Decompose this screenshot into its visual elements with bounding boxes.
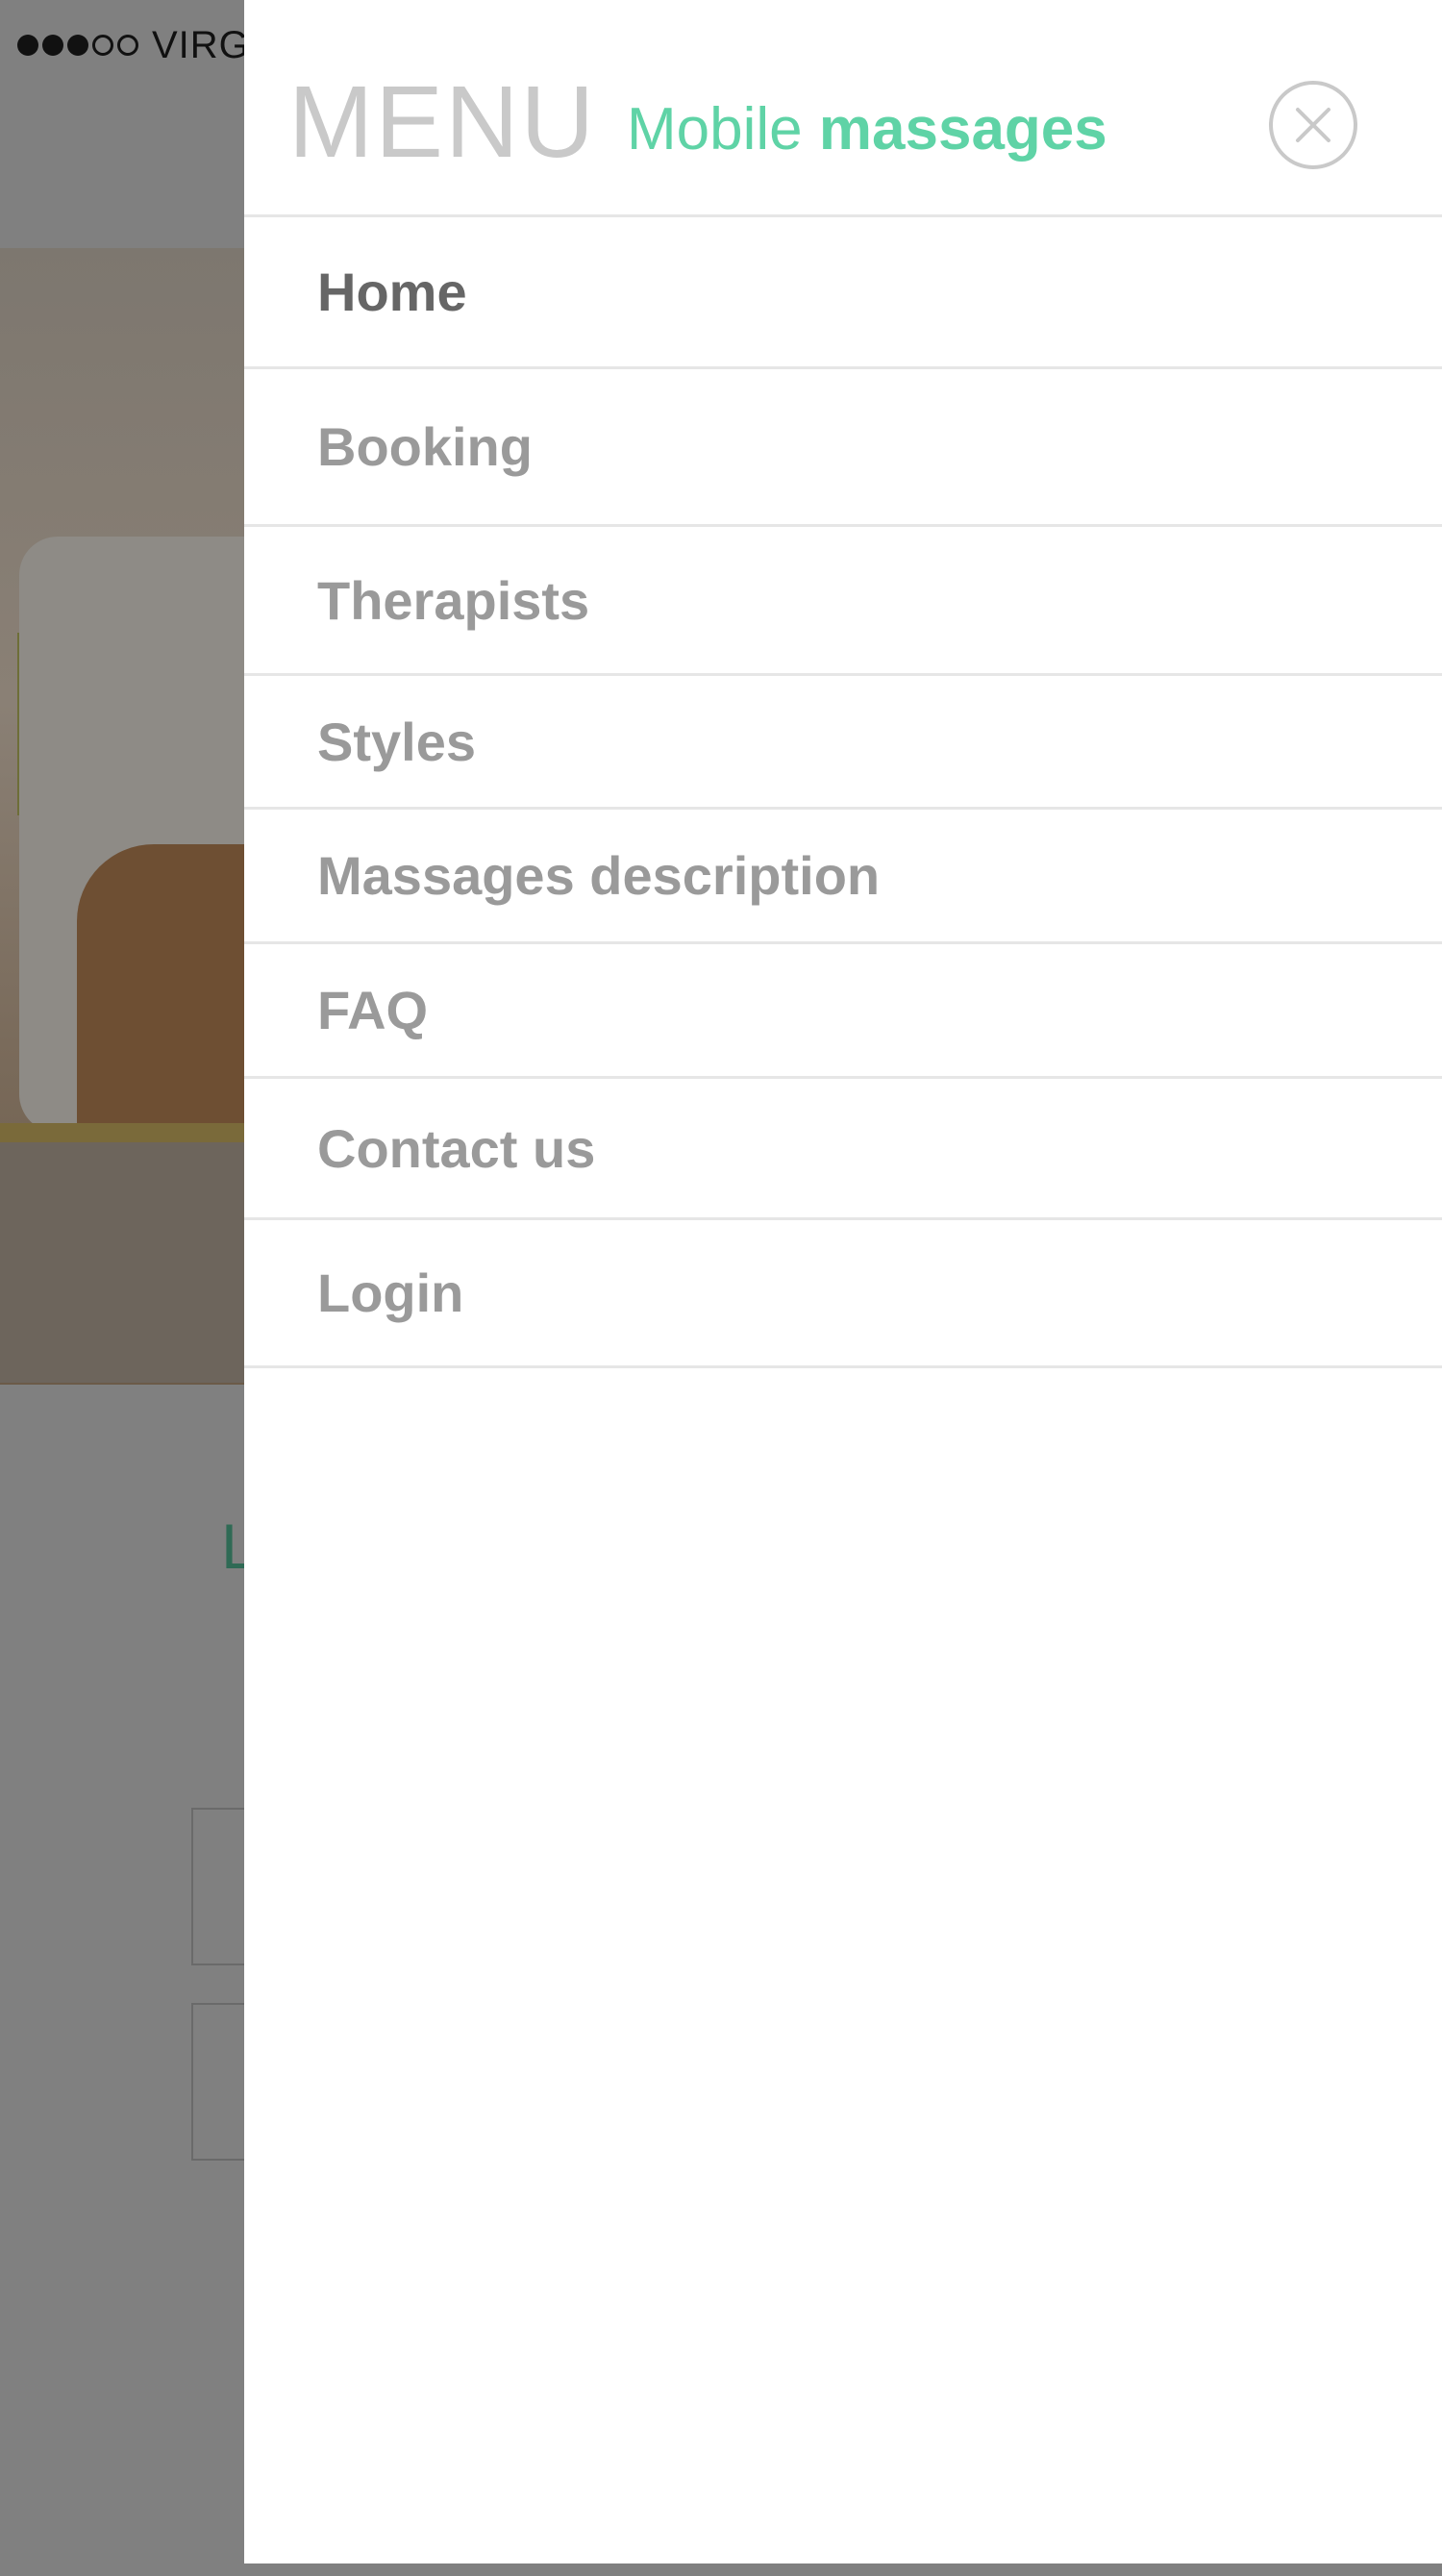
menu-item-massages-description[interactable]: Massages description [244, 810, 1442, 944]
carrier-name: VIRG [152, 23, 250, 66]
menu-item-styles[interactable]: Styles [244, 676, 1442, 810]
menu-item-label: Therapists [317, 569, 590, 631]
hero-image [0, 248, 250, 1385]
menu-item-contact-us[interactable]: Contact us [244, 1079, 1442, 1220]
menu-item-label: Login [317, 1263, 464, 1323]
signal-strength-icon [17, 35, 138, 56]
menu-item-login[interactable]: Login [244, 1220, 1442, 1368]
brand-text-light: Mobile [627, 96, 803, 163]
menu-item-home[interactable]: Home [244, 217, 1442, 369]
menu-item-label: Massages description [317, 845, 881, 906]
menu-item-faq[interactable]: FAQ [244, 944, 1442, 1079]
menu-item-therapists[interactable]: Therapists [244, 527, 1442, 676]
menu-item-label: Contact us [317, 1117, 596, 1179]
menu-item-label: Booking [317, 416, 533, 477]
menu-item-booking[interactable]: Booking [244, 369, 1442, 527]
brand-text-bold: massages [818, 96, 1107, 163]
menu-title: MENU [288, 65, 597, 179]
drawer-header: MENU Mobile massages [244, 0, 1442, 217]
menu-item-label: Styles [317, 711, 476, 772]
close-menu-button[interactable] [1269, 81, 1357, 169]
brand-logo: Mobile massages [627, 96, 1107, 163]
menu-item-label: FAQ [317, 980, 429, 1040]
menu-item-label: Home [317, 262, 467, 322]
navigation-drawer: MENU Mobile massages Home Booking Therap… [244, 0, 1442, 2563]
close-icon [1296, 108, 1330, 142]
status-bar: VIRG [17, 21, 250, 69]
menu-list: Home Booking Therapists Styles Massages … [244, 217, 1442, 1368]
